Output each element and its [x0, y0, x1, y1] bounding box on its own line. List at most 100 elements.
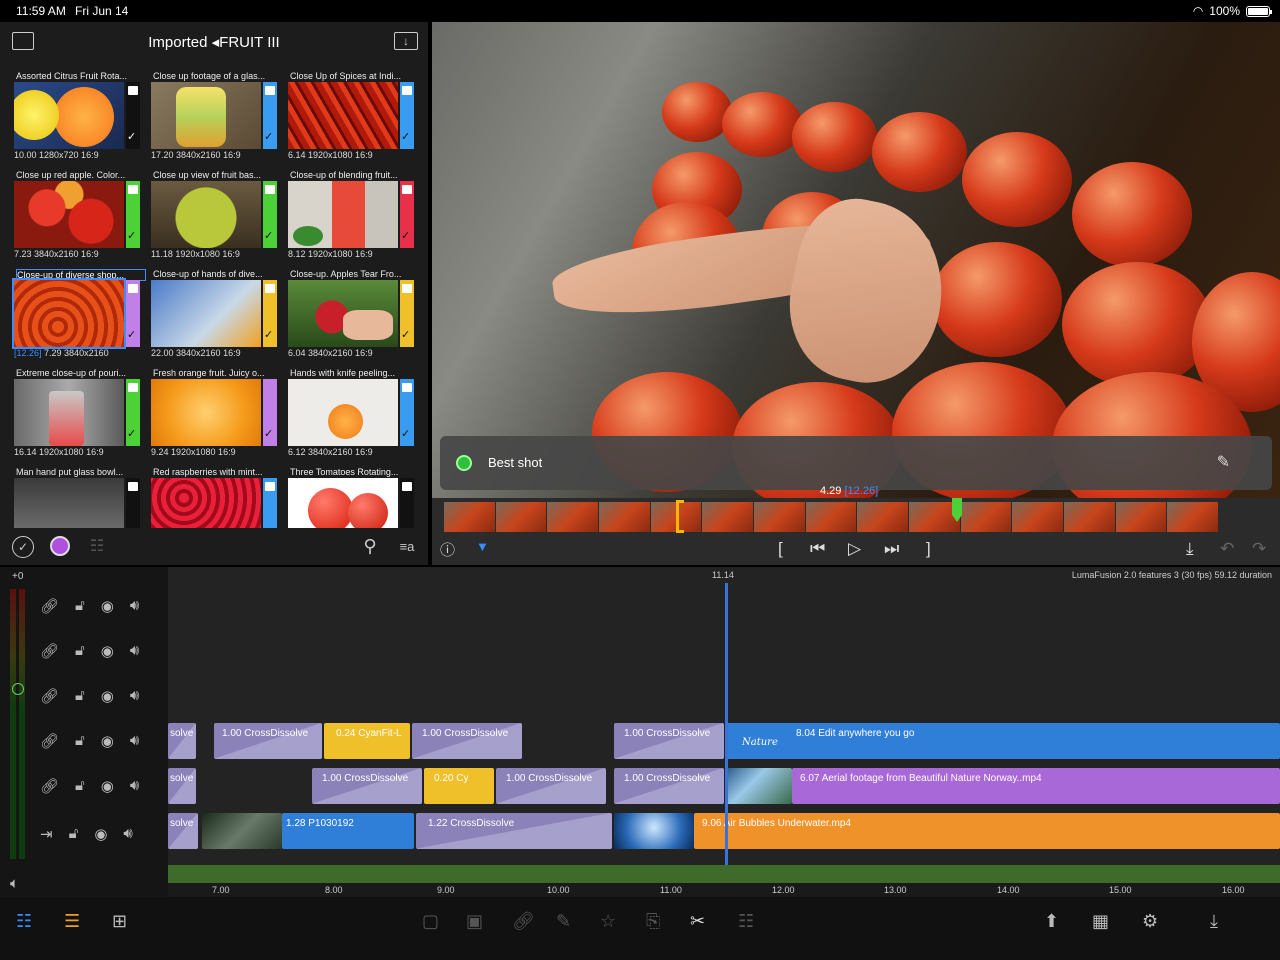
audio-track[interactable]: [168, 865, 1280, 883]
clip-item[interactable]: Extreme close-up of pouri... ✓ 16.14 192…: [14, 367, 151, 466]
lock-icon[interactable]: 🔓︎: [75, 597, 85, 615]
clip-item[interactable]: Close-up of blending fruit... ✓ 8.12 192…: [288, 169, 425, 268]
link-icon[interactable]: 🔗︎: [40, 777, 59, 795]
share-icon[interactable]: ⬆: [1044, 911, 1059, 932]
video-preview[interactable]: [432, 22, 1280, 498]
timeline-clip[interactable]: solve: [168, 768, 196, 804]
timeline-clip[interactable]: 1.00 CrossDissolve: [412, 723, 522, 759]
frame-icon[interactable]: ▢: [422, 911, 439, 932]
redo-icon[interactable]: ↷: [1252, 539, 1266, 559]
link-icon[interactable]: 🔗︎: [40, 732, 59, 750]
timeline-clip[interactable]: 0.24 CyanFit-L: [324, 723, 410, 759]
sort-icon[interactable]: ≡a: [396, 534, 418, 558]
add-track-icon[interactable]: ⊞: [112, 911, 127, 932]
eye-icon[interactable]: ◉: [94, 825, 107, 843]
edit-icon[interactable]: ✎: [556, 911, 571, 932]
lock-icon[interactable]: 🔓︎: [75, 732, 85, 750]
timeline-clip[interactable]: 1.00 CrossDissolve: [496, 768, 606, 804]
insert-download-icon[interactable]: ⤓: [1186, 539, 1194, 559]
clip-item[interactable]: Red raspberries with mint...: [151, 466, 288, 528]
info-icon[interactable]: ⓘ: [440, 539, 455, 560]
lock-icon[interactable]: 🔓︎: [75, 687, 85, 705]
eye-icon[interactable]: ◉: [101, 597, 114, 615]
eye-icon[interactable]: ◉: [101, 732, 114, 750]
speaker-icon[interactable]: 🔊︎: [130, 732, 139, 750]
timeline-clip-thumbnail[interactable]: [614, 813, 694, 849]
timeline-clip[interactable]: 9.06 Air Bubbles Underwater.mp4: [694, 813, 1280, 849]
mark-in-icon[interactable]: [: [778, 539, 783, 559]
speaker-icon[interactable]: 🔊︎: [130, 777, 139, 795]
lock-icon[interactable]: 🔓︎: [69, 825, 79, 843]
timeline-clip[interactable]: 1.22 CrossDissolve: [416, 813, 612, 849]
link-icon[interactable]: 🔗︎: [40, 687, 59, 705]
marker-icon[interactable]: ▼: [476, 539, 489, 554]
pencil-icon[interactable]: ✎: [1217, 452, 1230, 472]
skip-back-icon[interactable]: ⏮: [810, 539, 825, 559]
clip-item[interactable]: Close up footage of a glas... ✓ 17.20 38…: [151, 70, 288, 169]
master-speaker-icon[interactable]: 🔈︎: [10, 875, 19, 892]
mark-out-icon[interactable]: ]: [926, 539, 931, 559]
timeline-clip[interactable]: 1.00 CrossDissolve: [214, 723, 322, 759]
clip-item[interactable]: Close Up of Spices at Indi... ✓ 6.14 192…: [288, 70, 425, 169]
lock-icon[interactable]: 🔓︎: [75, 777, 85, 795]
timeline-clip-thumbnail[interactable]: [726, 768, 792, 804]
clip-item[interactable]: Close-up of hands of dive... ✓ 22.00 384…: [151, 268, 288, 367]
color-tag-icon[interactable]: [50, 536, 70, 556]
library-title[interactable]: Imported ◂FRUIT III: [0, 33, 428, 51]
arrow-to-line-icon[interactable]: ⇥: [40, 825, 53, 843]
clip-item[interactable]: Fresh orange fruit. Juicy o... ✓ 9.24 19…: [151, 367, 288, 466]
layout-icon[interactable]: ▦: [1092, 911, 1109, 932]
speaker-icon[interactable]: 🔊︎: [130, 642, 139, 660]
import-icon[interactable]: ↓: [394, 32, 418, 50]
lock-icon[interactable]: 🔓︎: [75, 642, 85, 660]
play-icon[interactable]: ▷: [848, 539, 861, 559]
trash-icon[interactable]: ☷: [88, 535, 106, 557]
timeline-clip[interactable]: solve: [168, 813, 198, 849]
clip-item[interactable]: Close up red apple. Color... ✓ 7.23 3840…: [14, 169, 151, 268]
speaker-icon[interactable]: 🔊︎: [123, 825, 132, 843]
undo-icon[interactable]: ↶: [1220, 539, 1234, 559]
in-point-marker[interactable]: [676, 500, 684, 533]
clip-item[interactable]: Close up view of fruit bas... ✓ 11.18 19…: [151, 169, 288, 268]
link-icon[interactable]: 🔗︎: [40, 597, 59, 615]
favorite-icon[interactable]: ☆: [600, 911, 616, 932]
filmstrip-scrubber[interactable]: [444, 502, 1219, 532]
link-clips-icon[interactable]: 🔗︎: [512, 911, 535, 932]
timeline-playhead[interactable]: [725, 583, 728, 899]
timeline-tracks[interactable]: 11.14 LumaFusion 2.0 features 3 (30 fps)…: [168, 567, 1280, 899]
copy-icon[interactable]: ⎘: [646, 911, 660, 932]
skip-forward-icon[interactable]: ⏭: [884, 539, 899, 559]
select-check-icon[interactable]: ✓: [12, 536, 34, 558]
timeline-clip-thumbnail[interactable]: [202, 813, 282, 849]
timeline-clip[interactable]: solve: [168, 723, 196, 759]
clip-item[interactable]: Assorted Citrus Fruit Rota... ✓ 10.00 12…: [14, 70, 151, 169]
speaker-icon[interactable]: 🔊︎: [130, 687, 139, 705]
fit-icon[interactable]: ▣: [466, 911, 483, 932]
project-manager-icon[interactable]: ⤓: [1210, 911, 1218, 932]
audio-mix-icon[interactable]: ☰: [64, 911, 80, 932]
delete-icon[interactable]: ☷: [738, 911, 754, 932]
timeline-clip[interactable]: 1.00 CrossDissolve: [614, 723, 724, 759]
eye-icon[interactable]: ◉: [101, 642, 114, 660]
eye-icon[interactable]: ◉: [101, 777, 114, 795]
timeline-ruler[interactable]: 7.00 8.00 9.00 10.00 11.00 12.00 13.00 1…: [168, 883, 1280, 897]
clip-item-selected[interactable]: Close-up of diverse shop... ✓ [12.26] 7.…: [12, 268, 151, 367]
clip-note-bar[interactable]: Best shot ✎: [440, 436, 1272, 490]
scissors-icon[interactable]: ✂: [690, 911, 705, 932]
clip-item[interactable]: Hands with knife peeling... ✓ 6.12 3840x…: [288, 367, 425, 466]
timeline-clip-title[interactable]: 8.04 Edit anywhere you go Nature: [726, 723, 1280, 759]
timeline-clip[interactable]: 6.07 Aerial footage from Beautiful Natur…: [792, 768, 1280, 804]
clip-item[interactable]: Three Tomatoes Rotating...: [288, 466, 425, 528]
clip-item[interactable]: Close-up. Apples Tear Fro... ✓ 6.04 3840…: [288, 268, 425, 367]
speaker-icon[interactable]: 🔊︎: [130, 597, 139, 615]
search-icon[interactable]: ⚲: [358, 534, 382, 558]
timeline-clip[interactable]: 1.00 CrossDissolve: [312, 768, 422, 804]
timeline-clip[interactable]: 0.20 Cy: [424, 768, 494, 804]
timeline-clip[interactable]: 1.00 CrossDissolve: [614, 768, 724, 804]
eye-icon[interactable]: ◉: [101, 687, 114, 705]
timeline-clip[interactable]: 1.28 P1030192: [282, 813, 414, 849]
track-headers-icon[interactable]: ☷: [16, 911, 32, 932]
clip-item[interactable]: Man hand put glass bowl...: [14, 466, 151, 528]
link-icon[interactable]: 🔗︎: [40, 642, 59, 660]
settings-icon[interactable]: ⚙: [1142, 911, 1158, 932]
